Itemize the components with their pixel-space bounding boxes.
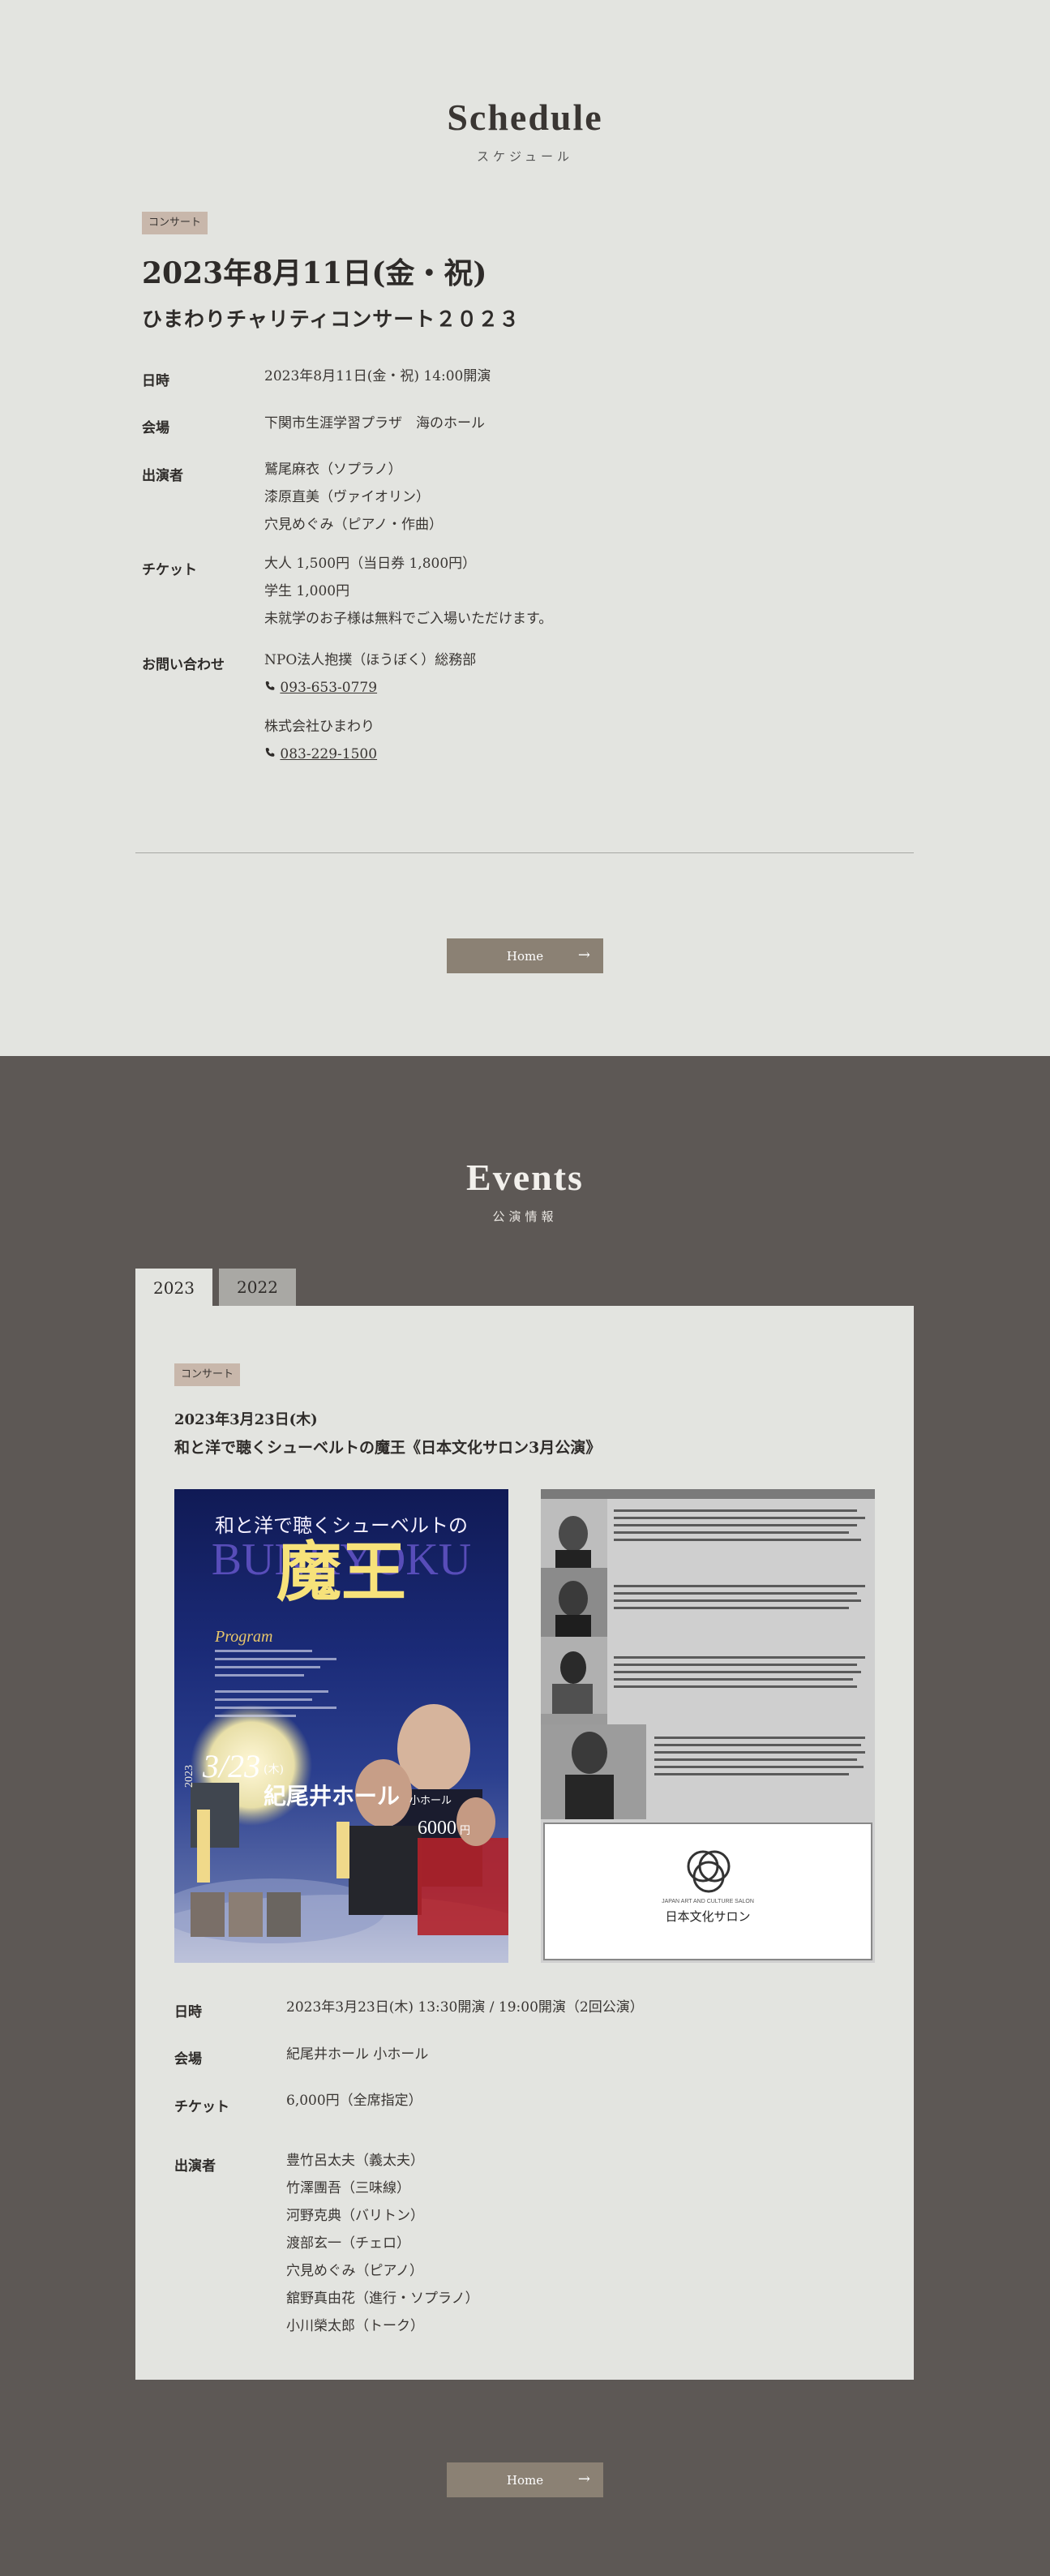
- home-button-label: Home: [506, 948, 544, 964]
- poster-price-unit: 円: [460, 1825, 470, 1837]
- category-badge: コンサート: [142, 212, 208, 234]
- home-button-label: Home: [506, 2472, 544, 2488]
- flyer-logo-text: 日本文化サロン: [665, 1909, 750, 1924]
- event-date: 2023年3月23日(木): [174, 1411, 318, 1428]
- venue-value: 紀尾井ホール 小ホール: [286, 2046, 429, 2063]
- ticket-label: チケット: [174, 2099, 229, 2115]
- category-badge: コンサート: [174, 1363, 241, 1386]
- poster-hall: 紀尾井ホール: [264, 1783, 400, 1810]
- event-date-heading: 2023年8月11日(金・祝): [142, 256, 487, 290]
- performer-item: 鷲尾麻衣（ソプラノ）: [264, 462, 402, 478]
- schedule-title: Schedule: [447, 97, 603, 138]
- schedule-section: Schedule スケジュール コンサート 2023年8月11日(金・祝) ひま…: [0, 0, 1050, 1056]
- phone-icon: [265, 748, 275, 757]
- ticket-line: 学生 1,000円: [264, 583, 350, 599]
- datetime-label: 日時: [174, 2004, 202, 2020]
- performers-list: 鷲尾麻衣（ソプラノ） 漆原直美（ヴァイオリン） 穴見めぐみ（ピアノ・作曲）: [264, 456, 443, 539]
- contact-phone-2-link[interactable]: 083-229-1500: [280, 746, 377, 762]
- datetime-label: 日時: [142, 373, 169, 389]
- contact-phone-2-row: 083-229-1500: [264, 741, 476, 768]
- ticket-label: チケット: [142, 562, 197, 578]
- section-divider: [135, 852, 914, 853]
- performer-item: 河野克典（バリトン）: [286, 2208, 424, 2224]
- events-subtitle: 公演情報: [492, 1209, 558, 1224]
- schedule-subtitle: スケジュール: [477, 149, 573, 164]
- ticket-info: 大人 1,500円（当日券 1,800円） 学生 1,000円 未就学のお子様は…: [264, 550, 552, 633]
- phone-icon: [265, 681, 275, 690]
- performers-label: 出演者: [174, 2158, 216, 2175]
- venue-label: 会場: [142, 420, 169, 436]
- datetime-value: 2023年8月11日(金・祝) 14:00開演: [264, 368, 491, 384]
- performer-item: 渡部玄一（チェロ）: [286, 2235, 410, 2252]
- contact-info: NPO法人抱撲（ほうぼく）総務部 093-653-0779 株式会社ひまわり 0…: [264, 646, 476, 768]
- performer-item: 竹澤團吾（三味線）: [286, 2180, 410, 2196]
- ticket-line: 大人 1,500円（当日券 1,800円）: [264, 556, 477, 572]
- event-name: ひまわりチャリティコンサート２０２３: [142, 307, 521, 331]
- performer-item: 漆原直美（ヴァイオリン）: [264, 489, 430, 505]
- contact-phone-1-row: 093-653-0779: [264, 674, 476, 702]
- contact-org-1: NPO法人抱撲（ほうぼく）総務部: [264, 652, 477, 668]
- performer-item: 穴見めぐみ（ピアノ）: [286, 2263, 423, 2279]
- contact-label: お問い合わせ: [142, 657, 225, 673]
- performer-item: 穴見めぐみ（ピアノ・作曲）: [264, 517, 443, 533]
- poster-artwork: 和と洋で聴くシューベルトの BUNKYOKU 魔王 Program 2023 3…: [174, 1514, 508, 1963]
- venue-value: 下関市生涯学習プラザ 海のホール: [264, 415, 485, 431]
- performer-item: 小川榮太郎（トーク）: [286, 2318, 424, 2334]
- flyer-artwork: JAPAN ART AND CULTURE SALON 日本文化サロン: [541, 1489, 875, 1960]
- contact-phone-1-link[interactable]: 093-653-0779: [280, 680, 377, 696]
- arrow-right-icon: →: [577, 2471, 590, 2488]
- tab-2022[interactable]: 2022: [219, 1269, 296, 1306]
- event-title: 和と洋で聴くシューベルトの魔王《日本文化サロン3月公演》: [174, 1439, 602, 1457]
- poster-weekday: (木): [264, 1763, 284, 1776]
- poster-date: 3/23: [202, 1748, 260, 1784]
- poster-main-title: 魔王: [276, 1534, 406, 1610]
- performers-list: 豊竹呂太夫（義太夫） 竹澤團吾（三味線） 河野克典（バリトン） 渡部玄一（チェロ…: [286, 2147, 479, 2340]
- ticket-value: 6,000円（全席指定）: [286, 2093, 422, 2109]
- poster-program-label: Program: [214, 1628, 272, 1646]
- venue-label: 会場: [174, 2051, 202, 2067]
- arrow-right-icon: →: [577, 947, 590, 964]
- events-title: Events: [466, 1157, 584, 1198]
- flyer-logo-sub: JAPAN ART AND CULTURE SALON: [662, 1899, 754, 1904]
- poster-year: 2023: [183, 1765, 195, 1788]
- ticket-line: 未就学のお子様は無料でご入場いただけます。: [264, 611, 553, 627]
- performer-item: 豊竹呂太夫（義太夫）: [286, 2153, 424, 2169]
- home-button[interactable]: Home →: [447, 2462, 603, 2497]
- datetime-value: 2023年3月23日(木) 13:30開演 / 19:00開演（2回公演）: [286, 1999, 644, 2016]
- event-poster-image[interactable]: 和と洋で聴くシューベルトの BUNKYOKU 魔王 Program 2023 3…: [174, 1489, 508, 1963]
- tab-2023[interactable]: 2023: [135, 1269, 212, 1307]
- performer-item: 舘野真由花（進行・ソプラノ）: [286, 2290, 479, 2307]
- event-flyer-image[interactable]: JAPAN ART AND CULTURE SALON 日本文化サロン: [541, 1489, 875, 1963]
- home-button[interactable]: Home →: [447, 938, 603, 973]
- poster-hall-sub: 小ホール: [409, 1795, 452, 1807]
- performers-label: 出演者: [142, 468, 183, 484]
- poster-price: 6000: [418, 1818, 456, 1839]
- contact-org-2: 株式会社ひまわり: [264, 719, 375, 735]
